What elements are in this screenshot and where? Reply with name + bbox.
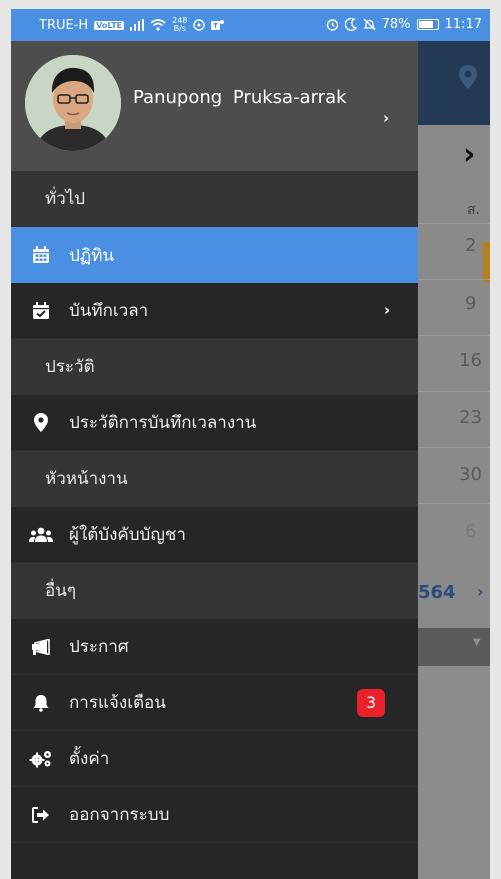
- calendar-date: 23: [459, 407, 482, 428]
- menu-item-subordinates[interactable]: ผู้ใต้บังคับบัญชา: [11, 507, 418, 563]
- wifi-icon: [150, 19, 166, 31]
- network-badge: VoLTE: [94, 20, 125, 30]
- status-bar: TRUE-H VoLTE 248 B/s 78% 11:17: [11, 9, 490, 41]
- drawer-bottom-space: [11, 843, 418, 871]
- menu-item-label: ประวัติการบันทึกเวลางาน: [69, 413, 257, 433]
- calendar-year-label: 564: [418, 582, 456, 603]
- menu-item-label: ผู้ใต้บังคับบัญชา: [69, 525, 186, 545]
- menu-item-record-time[interactable]: บันทึกเวลา ›: [11, 283, 418, 339]
- navigation-drawer: Panupong Pruksa-arrak › ทั่วไป ปฏิทิน บั…: [11, 41, 418, 879]
- avatar: [25, 55, 121, 151]
- notification-count-badge: 3: [357, 689, 385, 717]
- calendar-divider: [418, 335, 490, 336]
- background-app-header: [418, 41, 490, 125]
- calendar-divider: [418, 279, 490, 280]
- calendar-check-icon: [11, 301, 69, 320]
- calendar-date: 9: [465, 293, 477, 314]
- profile-header[interactable]: Panupong Pruksa-arrak ›: [11, 41, 418, 171]
- clock: 11:17: [444, 17, 482, 32]
- next-month-icon: ›: [463, 137, 476, 172]
- battery-icon: [416, 19, 439, 30]
- speed-unit: B/s: [173, 24, 186, 33]
- location-icon: [193, 19, 206, 31]
- section-history: ประวัติ: [11, 339, 418, 395]
- section-general: ทั่วไป: [11, 171, 418, 227]
- map-marker-icon: [11, 413, 69, 432]
- section-supervisor: หัวหน้างาน: [11, 451, 418, 507]
- menu-item-notifications[interactable]: การแจ้งเตือน 3: [11, 675, 418, 731]
- megaphone-icon: [11, 638, 69, 655]
- calendar-date: 6: [465, 521, 477, 542]
- menu-item-time-history[interactable]: ประวัติการบันทึกเวลางาน: [11, 395, 418, 451]
- calendar-day-header: ส.: [467, 202, 480, 218]
- battery-percent: 78%: [381, 17, 411, 32]
- section-other: อื่นๆ: [11, 563, 418, 619]
- menu-item-label: บันทึกเวลา: [69, 301, 149, 321]
- users-icon: [11, 527, 69, 543]
- battery-fill: [418, 21, 433, 28]
- menu-item-calendar[interactable]: ปฏิทิน: [11, 227, 418, 283]
- profile-name: Panupong Pruksa-arrak: [133, 87, 347, 108]
- gears-icon: [11, 750, 69, 768]
- mute-icon: [363, 18, 376, 31]
- background-bottom: [418, 666, 490, 879]
- calendar-divider: [418, 503, 490, 504]
- alarm-icon: [326, 19, 338, 31]
- menu-item-announcements[interactable]: ประกาศ: [11, 619, 418, 675]
- sign-out-icon: [11, 806, 69, 823]
- signal-icon: [130, 19, 145, 31]
- location-pin-icon: [459, 65, 477, 95]
- chevron-right-icon: ›: [383, 109, 390, 127]
- calendar-divider: [418, 447, 490, 448]
- calendar-date: 30: [459, 464, 482, 485]
- calendar-divider: [418, 223, 490, 224]
- menu-item-label: ตั้งค่า: [69, 749, 110, 769]
- calendar-divider: [418, 391, 490, 392]
- menu-item-label: ออกจากระบบ: [69, 805, 170, 825]
- menu-item-label: ปฏิทิน: [69, 245, 115, 266]
- bell-icon: [11, 694, 69, 712]
- teams-icon: [211, 20, 225, 30]
- menu-item-settings[interactable]: ตั้งค่า: [11, 731, 418, 787]
- year-chevron-icon: ›: [477, 582, 484, 601]
- chevron-right-icon: ›: [384, 301, 391, 319]
- network-speed: 248 B/s: [172, 17, 187, 33]
- menu-item-label: ประกาศ: [69, 637, 129, 657]
- calendar-date: 2: [465, 235, 477, 256]
- calendar-icon: [11, 246, 69, 264]
- phone-screen: TRUE-H VoLTE 248 B/s 78% 11:17 › ส. 2 9 1…: [11, 9, 490, 879]
- today-marker: [483, 242, 490, 282]
- status-left: TRUE-H VoLTE 248 B/s: [39, 17, 225, 33]
- moon-icon: [344, 18, 357, 31]
- menu-item-logout[interactable]: ออกจากระบบ: [11, 787, 418, 843]
- carrier-label: TRUE-H: [39, 17, 89, 33]
- calendar-date: 16: [459, 350, 482, 371]
- dropdown-caret-icon: ▼: [473, 637, 481, 648]
- status-right: 78% 11:17: [326, 17, 482, 32]
